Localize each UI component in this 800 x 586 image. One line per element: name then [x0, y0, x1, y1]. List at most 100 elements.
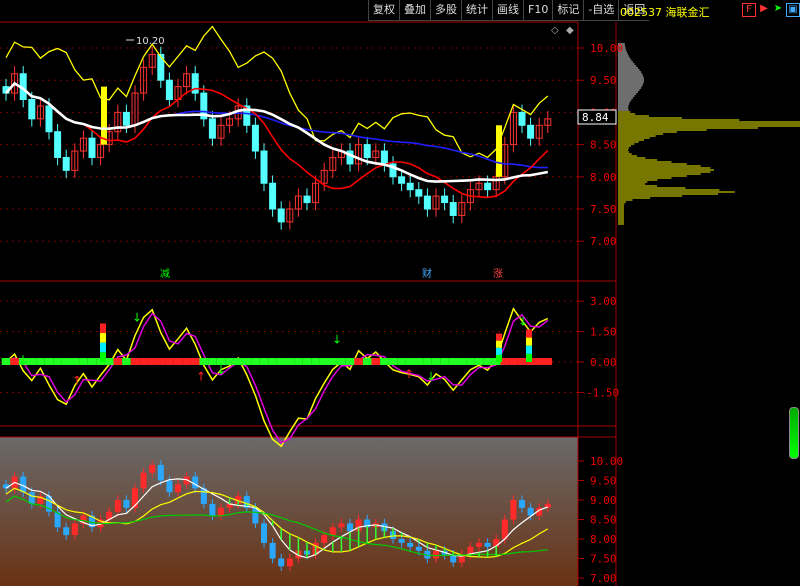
candle-body: [347, 523, 353, 532]
stacked-signal-bar: [496, 354, 502, 362]
candle-body: [321, 535, 328, 543]
axis-label: 10.00: [590, 455, 623, 468]
zero-band-segment: [259, 358, 269, 365]
stacked-signal-bar: [526, 329, 532, 338]
oscillator-slow-line: [5, 312, 549, 444]
axis-label: 7.00: [590, 235, 617, 248]
volume-profile: [618, 43, 800, 225]
candle-body: [433, 550, 439, 559]
zero-band-segment: [440, 358, 449, 365]
axis-label: 8.50: [590, 139, 617, 152]
zero-band-segment: [122, 358, 131, 365]
candle-body: [269, 182, 277, 210]
diamond-icon: ◇: [551, 25, 559, 36]
chart-canvas[interactable]: ↓ ↑ ↓ ↑ ↓ ↓ ↑ ↓ ↓ 10.00 9.50 9.00 8.50 8.00 7.50 7.00 3…: [0, 0, 800, 586]
zero-band-segment: [173, 358, 183, 365]
zero-band-segment: [36, 358, 45, 365]
zero-band-segment: [423, 358, 432, 365]
zero-band-segment: [182, 358, 191, 365]
zero-band-segment: [44, 358, 54, 365]
stacked-signal-bar: [496, 340, 502, 348]
zero-band-segment: [319, 358, 329, 365]
zero-band-segment: [104, 358, 114, 365]
zero-band-segment: [225, 358, 234, 365]
candle-body: [423, 195, 431, 210]
zero-band-segment: [388, 358, 398, 365]
zero-band-segment: [328, 358, 338, 365]
candle-body: [260, 150, 268, 184]
toolbar-statistics[interactable]: 统计: [461, 0, 492, 21]
toolbar: 复权 叠加 多股 统计 画线 F10 标记 -自选 返回: [368, 0, 650, 22]
zero-band-segment: [190, 358, 200, 365]
signal-bar: [496, 125, 502, 177]
candle-body: [338, 523, 345, 528]
zero-band-segment: [70, 358, 80, 365]
candle-body: [114, 500, 121, 512]
zero-band-segment: [509, 358, 518, 365]
scrollbar[interactable]: [789, 407, 799, 459]
toolbar-restore-rights[interactable]: 复权: [368, 0, 399, 21]
marker-rise: 涨: [493, 268, 503, 280]
axis-label: -1.50: [586, 386, 619, 399]
candle-body: [251, 124, 259, 152]
toolbar-mark[interactable]: 标记: [552, 0, 584, 21]
candle-body: [278, 558, 285, 567]
zero-band-segment: [61, 358, 71, 365]
toolbar-overlay[interactable]: 叠加: [399, 0, 430, 21]
signal-arrow-icon: ↓: [426, 369, 436, 383]
zero-band-segment: [457, 358, 467, 365]
axis-label: 8.00: [590, 171, 617, 184]
candle-body: [165, 79, 173, 101]
toolbar-remove-favorite[interactable]: -自选: [583, 0, 619, 21]
high-price-label: 10.20: [136, 36, 165, 47]
signal-arrow-icon: ↓: [132, 310, 142, 324]
candle-body: [407, 542, 414, 547]
candle-body: [88, 137, 96, 158]
upper-band-line: [5, 25, 549, 159]
zero-band-segment: [517, 358, 527, 365]
zero-band-segment: [233, 358, 243, 365]
window-icon[interactable]: ▣: [786, 3, 800, 17]
play-icon[interactable]: ▶: [758, 3, 770, 15]
signal-arrow-icon: ↓: [18, 353, 28, 367]
axis-label: 3.00: [590, 295, 617, 308]
ma-short-line: [5, 81, 549, 183]
stacked-signal-bar: [526, 353, 532, 362]
zero-band-segment: [251, 358, 260, 365]
candle-body: [140, 472, 147, 489]
zero-band-segment: [337, 358, 346, 365]
zero-band-segment: [474, 358, 484, 365]
current-price-label: 8.84: [582, 111, 609, 124]
toolbar-draw-line[interactable]: 画线: [492, 0, 523, 21]
expand-icon[interactable]: ◆: [566, 25, 574, 36]
zero-band-segment: [27, 358, 37, 365]
zero-band-segment: [345, 358, 355, 365]
axis-label: 9.00: [590, 494, 617, 507]
zero-band-segment: [371, 358, 381, 365]
zero-band-segment: [397, 358, 406, 365]
zero-band-segment: [79, 358, 88, 365]
candle-body: [157, 53, 165, 81]
flag-icon[interactable]: F: [742, 3, 756, 17]
marker-reduce: 减: [160, 268, 170, 280]
candle-body: [363, 144, 371, 158]
zero-band-segment: [1, 358, 11, 365]
axis-label: 10.00: [590, 42, 623, 55]
candle-body: [286, 558, 293, 567]
zero-band-segment: [354, 358, 363, 365]
zero-band-segment: [405, 358, 415, 365]
stacked-signal-bar: [526, 345, 532, 354]
candle-body: [518, 111, 526, 126]
stacked-signal-bar: [496, 333, 502, 341]
toolbar-f10[interactable]: F10: [523, 0, 553, 21]
candle-body: [122, 111, 130, 126]
toolbar-multi-stock[interactable]: 多股: [430, 0, 461, 21]
stacked-signal-bar: [100, 342, 106, 353]
axis-label: 1.50: [590, 326, 617, 339]
signal-arrow-icon: ↑: [196, 369, 206, 383]
arrow-icon[interactable]: ➤: [772, 3, 784, 15]
zero-band-segment: [285, 358, 295, 365]
candle-body: [123, 500, 130, 508]
candle-body: [209, 503, 216, 516]
axis-label: 8.50: [590, 514, 617, 527]
